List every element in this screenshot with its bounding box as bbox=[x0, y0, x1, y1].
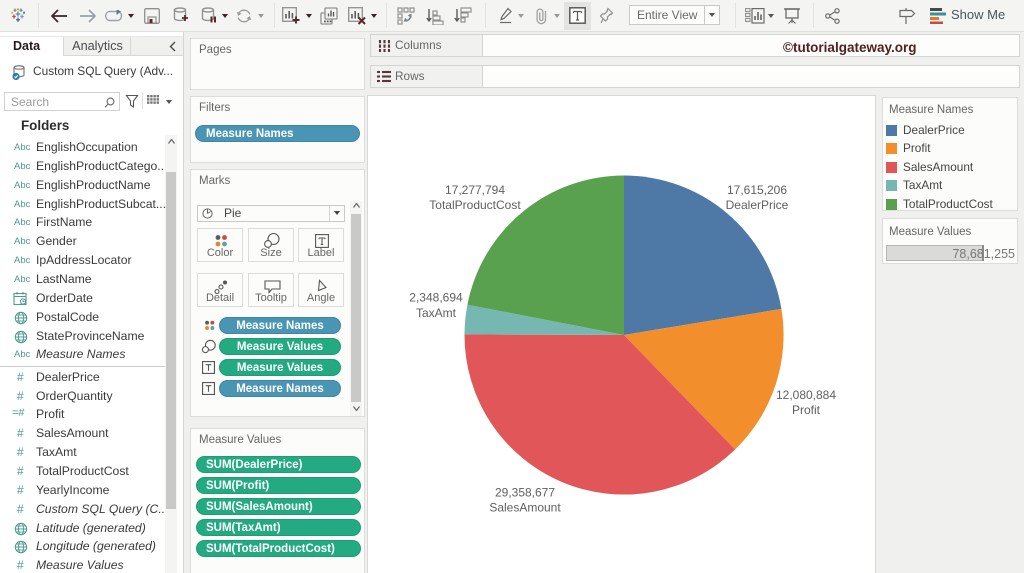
svg-text:17,277,794: 17,277,794 bbox=[445, 183, 505, 197]
svg-text:17,615,206: 17,615,206 bbox=[727, 183, 787, 197]
svg-text:TotalProductCost: TotalProductCost bbox=[429, 198, 521, 212]
svg-text:12,080,884: 12,080,884 bbox=[776, 388, 836, 402]
svg-text:2,348,694: 2,348,694 bbox=[409, 291, 463, 305]
svg-text:29,358,677: 29,358,677 bbox=[495, 486, 555, 500]
svg-text:DealerPrice: DealerPrice bbox=[726, 198, 789, 212]
svg-text:Profit: Profit bbox=[792, 403, 821, 417]
svg-text:TaxAmt: TaxAmt bbox=[416, 306, 457, 320]
svg-text:SalesAmount: SalesAmount bbox=[489, 501, 561, 515]
